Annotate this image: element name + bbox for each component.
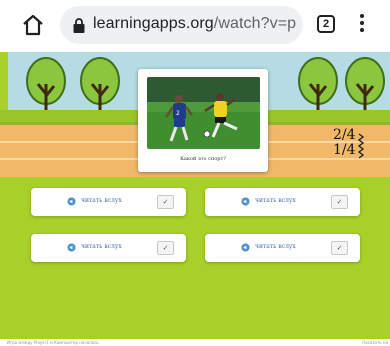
- answer-option-4[interactable]: читать вслух ✓: [205, 234, 360, 262]
- speaker-icon[interactable]: [241, 197, 250, 206]
- read-aloud-link[interactable]: читать вслух: [255, 243, 296, 250]
- read-aloud-link[interactable]: читать вслух: [81, 243, 122, 250]
- read-aloud-link[interactable]: читать вслух: [255, 197, 296, 204]
- soccer-players-image: 2: [147, 77, 260, 149]
- speaker-icon[interactable]: [67, 243, 76, 252]
- svg-text:2: 2: [176, 110, 180, 117]
- speaker-icon[interactable]: [67, 197, 76, 206]
- answer-option-1[interactable]: читать вслух ✓: [31, 188, 186, 216]
- check-button[interactable]: ✓: [157, 241, 174, 255]
- answer-option-2[interactable]: читать вслух ✓: [205, 188, 360, 216]
- more-vert-icon[interactable]: [360, 14, 364, 36]
- url-path: /watch?v=p: [213, 15, 297, 32]
- check-button[interactable]: ✓: [331, 195, 348, 209]
- score-fractions: 2/4 1/4: [333, 128, 356, 158]
- question-text: Какой это спорт?: [180, 156, 226, 162]
- tree-icon: [80, 57, 120, 116]
- game-area: 2 Какой это спорт? 2/4 1/4 читать вслух …: [0, 52, 390, 346]
- show-link[interactable]: Показать на: [362, 340, 388, 345]
- lock-icon: [73, 18, 85, 33]
- tab-switcher-button[interactable]: 2: [317, 15, 335, 33]
- tree-icon: [26, 57, 66, 116]
- check-button[interactable]: ✓: [157, 195, 174, 209]
- read-aloud-link[interactable]: читать вслух: [81, 197, 122, 204]
- url-text: learningapps.org/watch?v=p: [93, 15, 296, 33]
- drag-handle-icon[interactable]: [358, 132, 364, 160]
- fraction-top: 2/4: [333, 127, 356, 143]
- tree-icon: [298, 57, 338, 116]
- url-domain: learningapps.org: [93, 15, 214, 32]
- answer-option-3[interactable]: читать вслух ✓: [31, 234, 186, 262]
- speaker-icon[interactable]: [241, 243, 250, 252]
- address-bar[interactable]: learningapps.org/watch?v=p: [60, 6, 303, 44]
- browser-toolbar: learningapps.org/watch?v=p 2: [0, 0, 390, 52]
- check-button[interactable]: ✓: [331, 241, 348, 255]
- question-card: 2 Какой это спорт?: [138, 69, 268, 172]
- status-bar: Игра между Player1 и Компьютер началась …: [0, 339, 390, 346]
- tree-icon: [345, 57, 385, 116]
- home-icon[interactable]: [21, 13, 45, 37]
- fraction-bottom: 1/4: [333, 142, 356, 158]
- game-status-text: Игра между Player1 и Компьютер началась: [7, 340, 99, 345]
